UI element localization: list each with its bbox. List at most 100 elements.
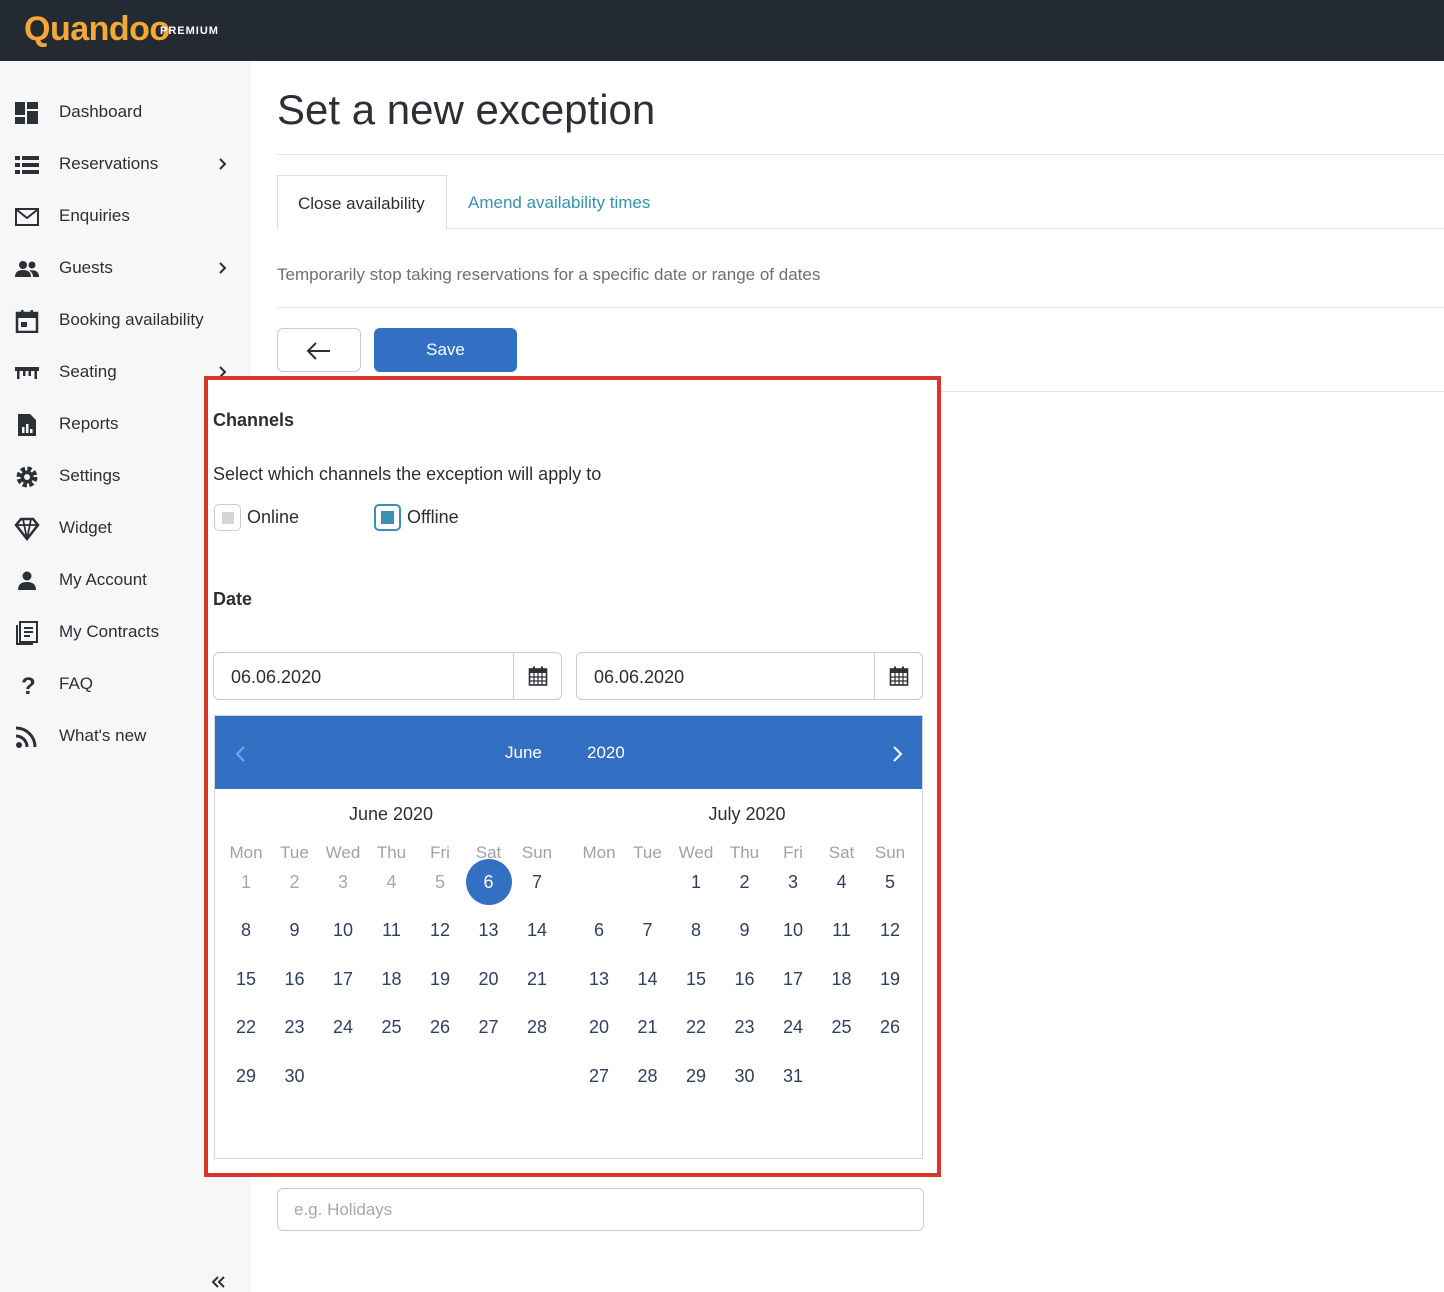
day-cell[interactable]: 22 bbox=[222, 1004, 270, 1050]
offline-checkbox[interactable] bbox=[374, 504, 401, 531]
day-cell[interactable]: 6 bbox=[575, 907, 623, 953]
sidebar-item-enquiries[interactable]: Enquiries bbox=[0, 197, 251, 237]
sidebar-item-label: Reports bbox=[59, 414, 119, 433]
day-cell[interactable]: 14 bbox=[513, 907, 561, 953]
sidebar-item-guests[interactable]: Guests bbox=[0, 249, 251, 289]
selected-day[interactable]: 6 bbox=[465, 859, 513, 905]
day-cell[interactable]: 26 bbox=[866, 1004, 914, 1050]
day-cell[interactable]: 19 bbox=[866, 956, 914, 1002]
day-cell[interactable]: 20 bbox=[575, 1004, 623, 1050]
day-cell[interactable]: 23 bbox=[721, 1004, 769, 1050]
diamond-icon bbox=[14, 517, 40, 542]
end-date-field[interactable]: 06.06.2020 bbox=[576, 652, 923, 700]
day-cell[interactable]: 7 bbox=[513, 859, 561, 905]
day-number: 21 bbox=[637, 1017, 658, 1038]
tab-close-availability[interactable]: Close availability bbox=[277, 175, 447, 230]
sidebar-item-reservations[interactable]: Reservations bbox=[0, 145, 251, 185]
day-cell[interactable]: 31 bbox=[769, 1053, 817, 1099]
start-date-calendar-button[interactable] bbox=[513, 653, 561, 699]
day-cell[interactable]: 13 bbox=[575, 956, 623, 1002]
day-cell[interactable]: 29 bbox=[672, 1053, 720, 1099]
day-cell[interactable]: 27 bbox=[465, 1004, 513, 1050]
datepicker-month-select[interactable]: June bbox=[505, 743, 542, 763]
day-number: 10 bbox=[332, 920, 354, 941]
day-cell[interactable]: 8 bbox=[222, 907, 270, 953]
day-cell[interactable]: 26 bbox=[416, 1004, 464, 1050]
end-date-calendar-button[interactable] bbox=[874, 653, 922, 699]
day-cell[interactable]: 14 bbox=[624, 956, 672, 1002]
day-cell[interactable]: 16 bbox=[721, 956, 769, 1002]
day-number: 22 bbox=[235, 1017, 257, 1038]
day-number: 5 bbox=[884, 872, 895, 892]
day-cell[interactable]: 29 bbox=[222, 1053, 270, 1099]
day-number: 1 bbox=[690, 872, 701, 892]
day-cell[interactable]: 21 bbox=[624, 1004, 672, 1050]
day-cell[interactable]: 5 bbox=[866, 859, 914, 905]
day-cell[interactable]: 30 bbox=[721, 1053, 769, 1099]
day-cell[interactable]: 10 bbox=[769, 907, 817, 953]
day-cell[interactable]: 12 bbox=[416, 907, 464, 953]
day-number: 19 bbox=[879, 968, 901, 989]
back-button[interactable] bbox=[277, 328, 361, 372]
date-title: Date bbox=[213, 589, 253, 609]
double-chevron-left-icon[interactable] bbox=[208, 1273, 230, 1291]
day-cell[interactable]: 8 bbox=[672, 907, 720, 953]
day-cell[interactable]: 12 bbox=[866, 907, 914, 953]
page-title: Set a new exception bbox=[277, 86, 656, 133]
tab-amend-availability-times[interactable]: Amend availability times bbox=[468, 193, 650, 213]
day-cell[interactable]: 18 bbox=[818, 956, 866, 1002]
datepicker-year-select[interactable]: 2020 bbox=[587, 743, 625, 763]
day-cell[interactable]: 10 bbox=[319, 907, 367, 953]
day-cell[interactable]: 7 bbox=[624, 907, 672, 953]
day-number: 23 bbox=[284, 1017, 305, 1038]
reason-input[interactable] bbox=[277, 1188, 924, 1231]
day-cell[interactable]: 28 bbox=[624, 1053, 672, 1099]
chevron-left-icon[interactable] bbox=[231, 742, 251, 766]
brand-logo[interactable]: Quandoo bbox=[24, 10, 170, 49]
day-number: 25 bbox=[381, 1017, 402, 1038]
day-cell[interactable]: 17 bbox=[769, 956, 817, 1002]
day-cell[interactable]: 19 bbox=[416, 956, 464, 1002]
day-cell[interactable]: 25 bbox=[818, 1004, 866, 1050]
day-number: 11 bbox=[832, 920, 851, 941]
day-cell[interactable]: 18 bbox=[368, 956, 416, 1002]
day-cell[interactable]: 25 bbox=[368, 1004, 416, 1050]
day-cell[interactable]: 23 bbox=[271, 1004, 319, 1050]
day-cell[interactable]: 11 bbox=[818, 907, 866, 953]
start-date-field[interactable]: 06.06.2020 bbox=[213, 652, 562, 700]
day-cell[interactable]: 4 bbox=[818, 859, 866, 905]
day-cell[interactable]: 17 bbox=[319, 956, 367, 1002]
sidebar-item-booking-availability[interactable]: Booking availability bbox=[0, 301, 251, 341]
day-number: 13 bbox=[478, 920, 499, 941]
day-cell[interactable]: 2 bbox=[721, 859, 769, 905]
day-cell[interactable]: 27 bbox=[575, 1053, 623, 1099]
day-cell[interactable]: 24 bbox=[769, 1004, 817, 1050]
day-cell[interactable]: 22 bbox=[672, 1004, 720, 1050]
day-cell[interactable]: 1 bbox=[672, 859, 720, 905]
day-cell[interactable]: 24 bbox=[319, 1004, 367, 1050]
day-cell[interactable]: 11 bbox=[368, 907, 416, 953]
day-cell[interactable]: 9 bbox=[271, 907, 319, 953]
day-cell[interactable]: 30 bbox=[271, 1053, 319, 1099]
day-number: 29 bbox=[685, 1065, 707, 1086]
online-checkbox[interactable] bbox=[214, 504, 241, 531]
day-number: 5 bbox=[434, 872, 445, 892]
sidebar-item-label: Widget bbox=[59, 518, 112, 537]
day-cell[interactable]: 16 bbox=[271, 956, 319, 1002]
sidebar-item-dashboard[interactable]: Dashboard bbox=[0, 93, 251, 133]
day-cell[interactable]: 15 bbox=[222, 956, 270, 1002]
day-number: 28 bbox=[637, 1065, 658, 1086]
save-button[interactable]: Save bbox=[374, 328, 517, 372]
page-description: Temporarily stop taking reservations for… bbox=[277, 265, 821, 284]
day-cell[interactable]: 15 bbox=[672, 956, 720, 1002]
day-cell[interactable]: 28 bbox=[513, 1004, 561, 1050]
day-cell[interactable]: 13 bbox=[465, 907, 513, 953]
chevron-right-icon[interactable] bbox=[887, 742, 907, 766]
question-icon: ? bbox=[14, 673, 40, 700]
day-cell[interactable]: 9 bbox=[721, 907, 769, 953]
day-cell[interactable]: 20 bbox=[465, 956, 513, 1002]
day-number: 9 bbox=[289, 920, 300, 941]
day-cell[interactable]: 3 bbox=[769, 859, 817, 905]
day-cell[interactable]: 21 bbox=[513, 956, 561, 1002]
brand-badge: PREMIUM bbox=[160, 25, 219, 37]
